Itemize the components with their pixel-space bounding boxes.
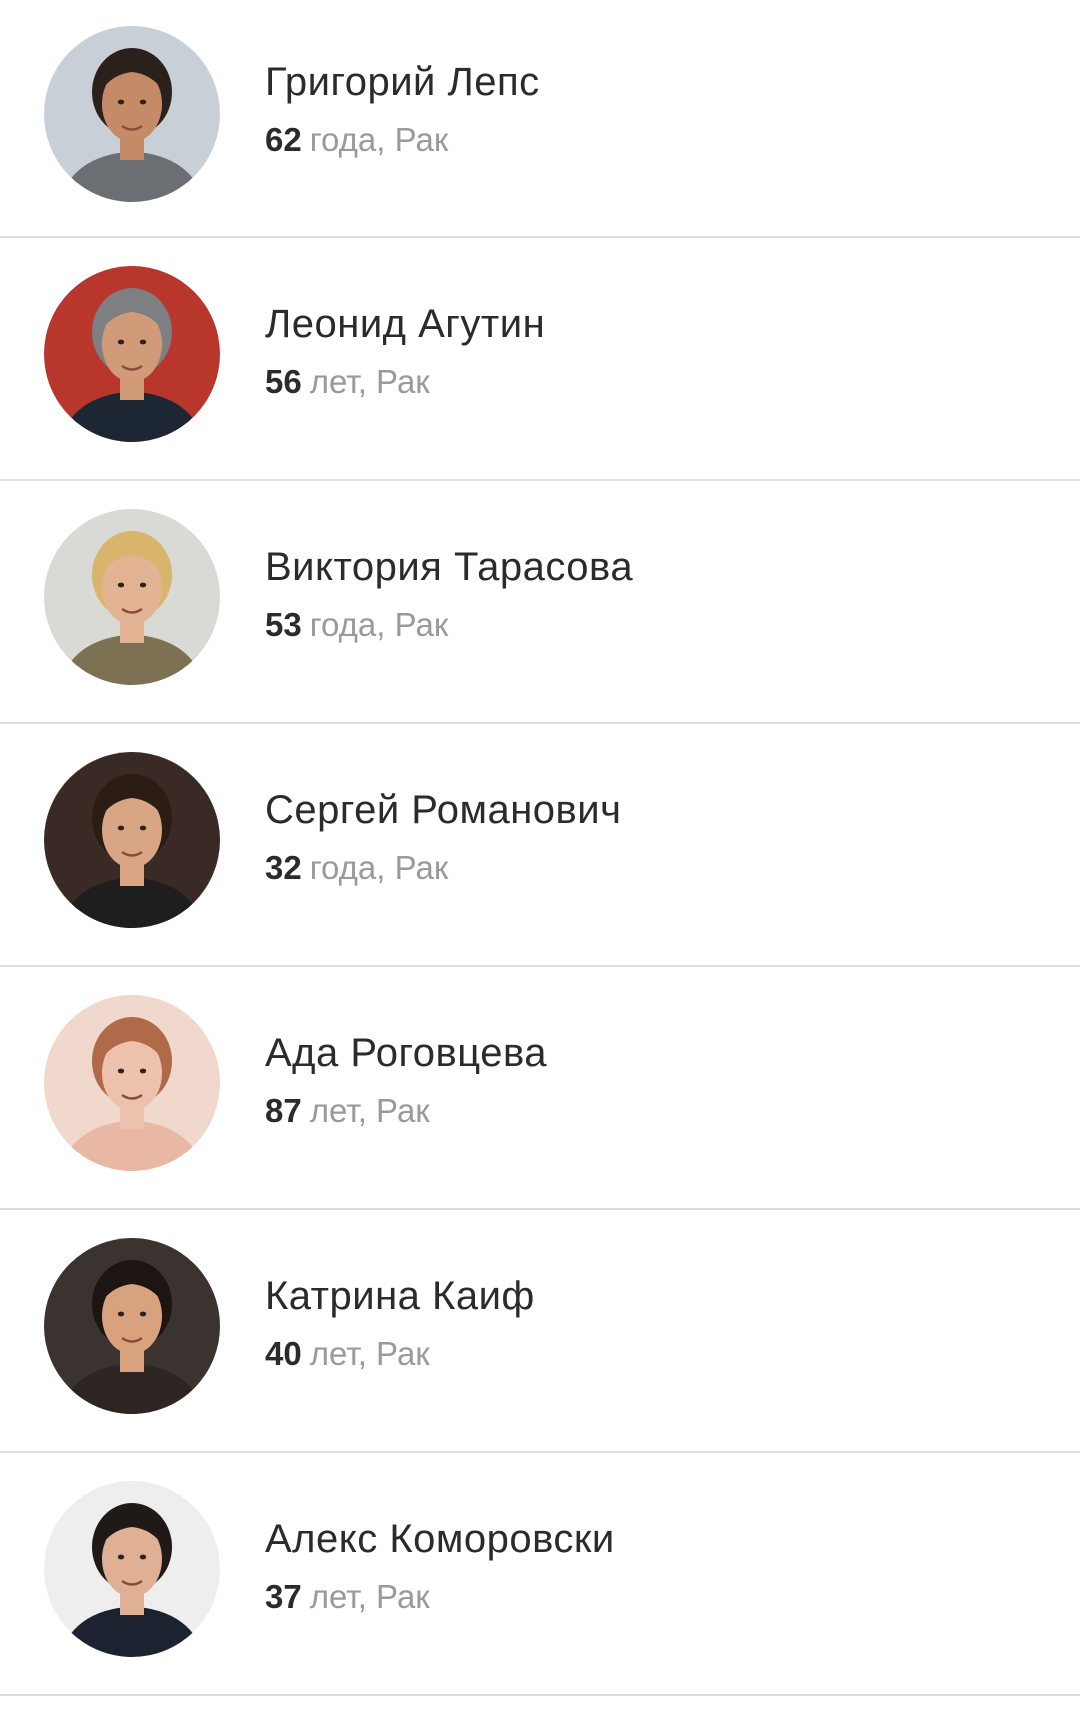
- list-item[interactable]: Виктория Тарасова 53 года, Рак: [0, 481, 1080, 724]
- person-age: 62: [265, 121, 302, 158]
- person-age: 32: [265, 849, 302, 886]
- person-zodiac: лет, Рак: [309, 1092, 430, 1129]
- avatar: [44, 752, 220, 928]
- person-zodiac: года, Рак: [309, 606, 449, 643]
- list-item[interactable]: Катрина Каиф 40 лет, Рак: [0, 1210, 1080, 1453]
- celebrity-list: Григорий Лепс 62 года, Рак Леонид Агутин 56 л…: [0, 0, 1080, 1696]
- avatar: [44, 1238, 220, 1414]
- person-info: Григорий Лепс 62 года, Рак: [265, 58, 540, 160]
- person-name[interactable]: Леонид Агутин: [265, 300, 545, 348]
- person-name[interactable]: Ада Роговцева: [265, 1029, 547, 1077]
- avatar-photo-icon: [44, 752, 220, 928]
- avatar: [44, 266, 220, 442]
- avatar: [44, 1481, 220, 1657]
- person-meta: 40 лет, Рак: [265, 1334, 535, 1374]
- avatar-photo-icon: [44, 26, 220, 202]
- list-item[interactable]: Леонид Агутин 56 лет, Рак: [0, 238, 1080, 481]
- person-zodiac: лет, Рак: [309, 363, 430, 400]
- avatar-photo-icon: [44, 509, 220, 685]
- person-name[interactable]: Сергей Романович: [265, 786, 621, 834]
- avatar-photo-icon: [44, 1238, 220, 1414]
- person-info: Катрина Каиф 40 лет, Рак: [265, 1272, 535, 1374]
- avatar: [44, 509, 220, 685]
- avatar-photo-icon: [44, 1481, 220, 1657]
- person-info: Леонид Агутин 56 лет, Рак: [265, 300, 545, 402]
- person-age: 87: [265, 1092, 302, 1129]
- person-zodiac: года, Рак: [309, 849, 449, 886]
- person-meta: 53 года, Рак: [265, 605, 633, 645]
- list-item[interactable]: Алекс Коморовски 37 лет, Рак: [0, 1453, 1080, 1696]
- list-item[interactable]: Григорий Лепс 62 года, Рак: [0, 0, 1080, 238]
- person-age: 53: [265, 606, 302, 643]
- avatar-photo-icon: [44, 995, 220, 1171]
- list-item[interactable]: Сергей Романович 32 года, Рак: [0, 724, 1080, 967]
- person-info: Ада Роговцева 87 лет, Рак: [265, 1029, 547, 1131]
- person-age: 56: [265, 363, 302, 400]
- person-name[interactable]: Виктория Тарасова: [265, 543, 633, 591]
- person-meta: 56 лет, Рак: [265, 362, 545, 402]
- avatar: [44, 26, 220, 202]
- person-zodiac: года, Рак: [309, 121, 449, 158]
- list-item[interactable]: Ада Роговцева 87 лет, Рак: [0, 967, 1080, 1210]
- person-zodiac: лет, Рак: [309, 1578, 430, 1615]
- person-meta: 37 лет, Рак: [265, 1577, 615, 1617]
- person-age: 37: [265, 1578, 302, 1615]
- person-age: 40: [265, 1335, 302, 1372]
- person-zodiac: лет, Рак: [309, 1335, 430, 1372]
- person-meta: 62 года, Рак: [265, 120, 540, 160]
- person-info: Сергей Романович 32 года, Рак: [265, 786, 621, 888]
- person-name[interactable]: Григорий Лепс: [265, 58, 540, 106]
- person-meta: 87 лет, Рак: [265, 1091, 547, 1131]
- person-name[interactable]: Алекс Коморовски: [265, 1515, 615, 1563]
- avatar: [44, 995, 220, 1171]
- avatar-photo-icon: [44, 266, 220, 442]
- person-info: Виктория Тарасова 53 года, Рак: [265, 543, 633, 645]
- person-name[interactable]: Катрина Каиф: [265, 1272, 535, 1320]
- person-meta: 32 года, Рак: [265, 848, 621, 888]
- person-info: Алекс Коморовски 37 лет, Рак: [265, 1515, 615, 1617]
